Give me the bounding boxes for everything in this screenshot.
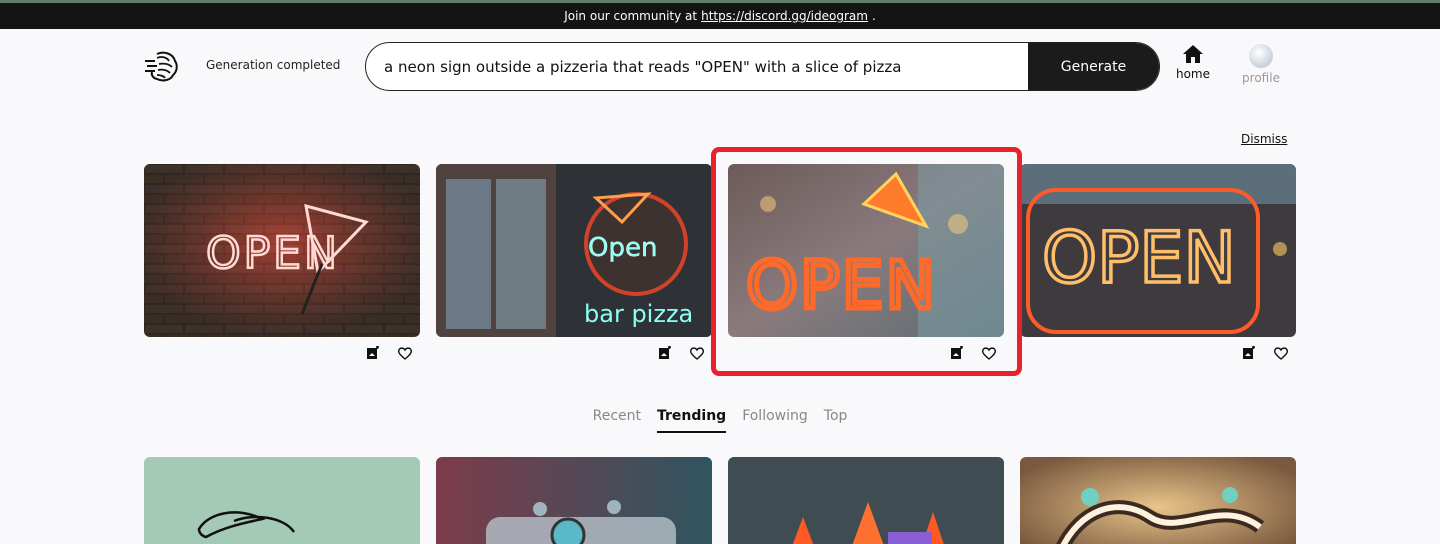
ideogram-logo-icon[interactable] bbox=[143, 50, 179, 84]
discord-link[interactable]: https://discord.gg/ideogram bbox=[701, 9, 868, 23]
selection-highlight bbox=[711, 147, 1022, 376]
feed-image-1[interactable] bbox=[144, 457, 420, 544]
result-image-4[interactable]: OPEN bbox=[1020, 164, 1296, 337]
dismiss-link[interactable]: Dismiss bbox=[1241, 132, 1287, 146]
banner-suffix: . bbox=[871, 9, 876, 23]
result-image-2[interactable]: Open bar pizza bbox=[436, 164, 712, 337]
heart-icon[interactable] bbox=[688, 344, 706, 362]
tab-recent[interactable]: Recent bbox=[593, 408, 641, 433]
heart-icon[interactable] bbox=[1272, 344, 1290, 362]
community-banner: Join our community at https://discord.gg… bbox=[0, 3, 1440, 29]
prompt-input[interactable] bbox=[366, 43, 1028, 90]
generate-button[interactable]: Generate bbox=[1028, 43, 1159, 90]
feed-image-2[interactable] bbox=[436, 457, 712, 544]
result-image-1[interactable]: OPEN bbox=[144, 164, 420, 337]
feed-image-3[interactable] bbox=[728, 457, 1004, 544]
home-icon bbox=[1183, 45, 1203, 63]
tab-trending[interactable]: Trending bbox=[657, 408, 727, 433]
result-actions-2 bbox=[656, 344, 706, 362]
heart-icon[interactable] bbox=[396, 344, 414, 362]
nav-home[interactable]: home bbox=[1172, 44, 1214, 81]
result-actions-1 bbox=[364, 344, 414, 362]
nav-home-label: home bbox=[1175, 67, 1211, 81]
feed-image-4[interactable] bbox=[1020, 457, 1296, 544]
avatar bbox=[1249, 44, 1273, 68]
sign-subtext-2: bar pizza bbox=[584, 300, 693, 328]
add-image-icon[interactable] bbox=[656, 344, 674, 362]
sign-text-4: OPEN bbox=[1042, 217, 1236, 299]
tab-following[interactable]: Following bbox=[742, 408, 808, 433]
sign-text-2: Open bbox=[588, 233, 657, 263]
prompt-bar: Generate bbox=[365, 42, 1160, 91]
add-image-icon[interactable] bbox=[364, 344, 382, 362]
result-actions-4 bbox=[1240, 344, 1290, 362]
banner-text: Join our community at bbox=[564, 9, 698, 23]
generation-status: Generation completed bbox=[206, 58, 341, 72]
nav-profile-label: profile bbox=[1242, 71, 1280, 85]
feed-tabs: Recent Trending Following Top bbox=[0, 408, 1440, 433]
tab-top[interactable]: Top bbox=[824, 408, 848, 433]
add-image-icon[interactable] bbox=[1240, 344, 1258, 362]
nav-profile[interactable]: profile bbox=[1238, 44, 1284, 85]
